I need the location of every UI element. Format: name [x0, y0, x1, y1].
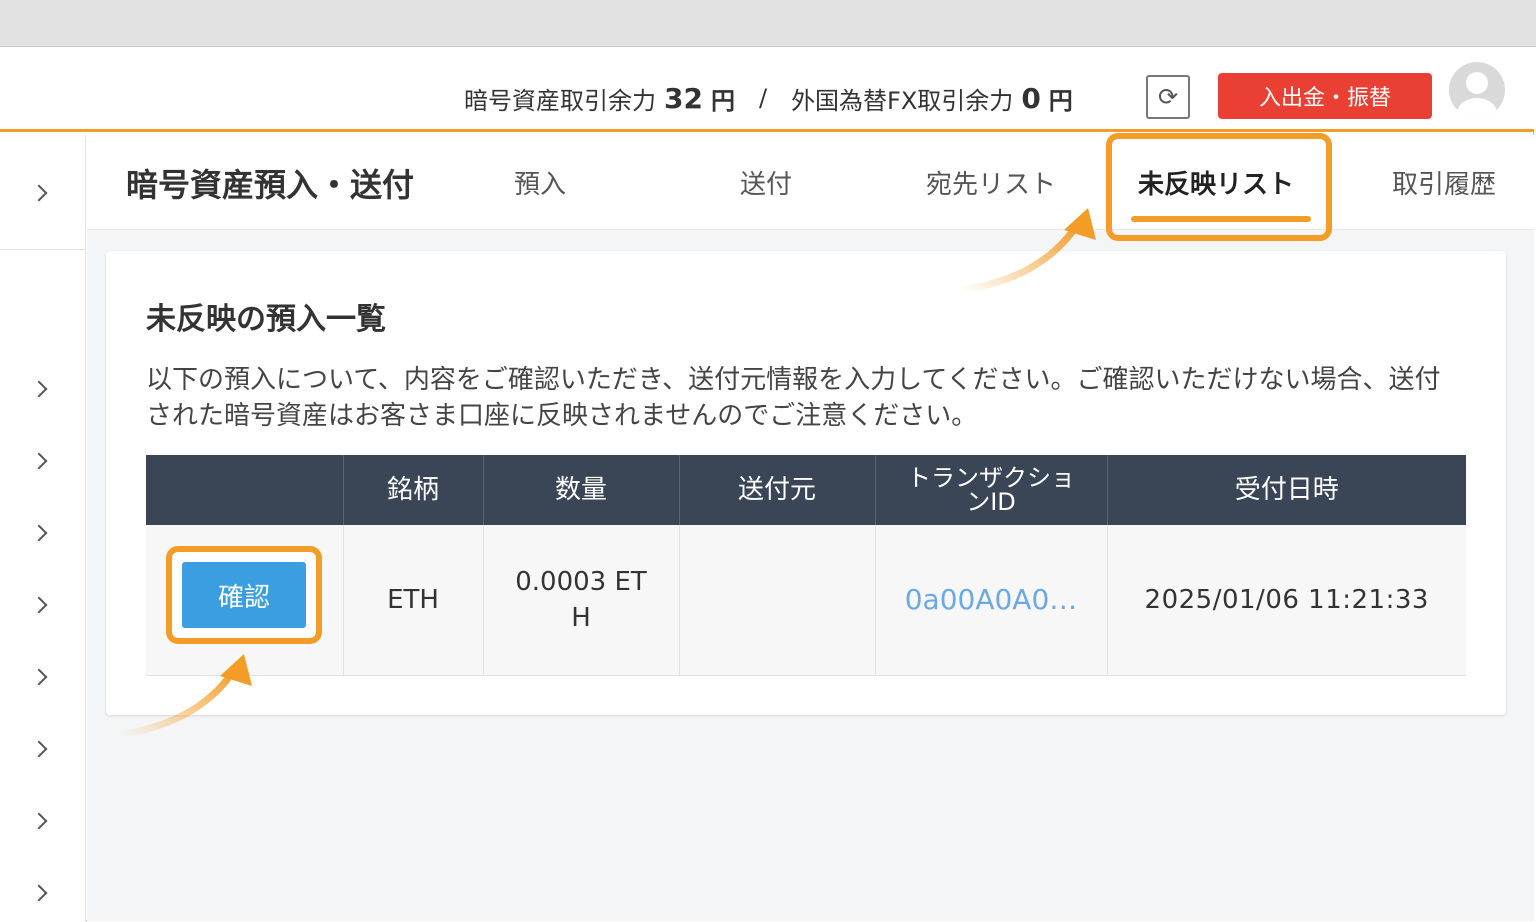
margin-separator: /: [758, 84, 768, 112]
sidebar-divider: [0, 249, 86, 250]
confirm-button[interactable]: 確認: [182, 562, 306, 628]
column-header-from: 送付元: [679, 455, 876, 525]
fx-margin-label: 外国為替FX取引余力: [791, 86, 1014, 115]
fx-margin-value: 0: [1021, 81, 1041, 115]
column-header-quantity: 数量: [483, 455, 680, 525]
chevron-right-icon[interactable]: [30, 738, 48, 760]
tab-send[interactable]: 送付: [740, 164, 792, 201]
chevron-right-icon[interactable]: [30, 594, 48, 616]
crypto-margin-value: 32: [664, 81, 703, 115]
user-body-icon: [1457, 98, 1497, 118]
chevron-right-icon[interactable]: [30, 450, 48, 472]
fx-margin-unit: 円: [1048, 86, 1073, 115]
symbol-cell: ETH: [343, 525, 484, 676]
deposit-transfer-button[interactable]: 入出金・振替: [1218, 73, 1432, 119]
pending-deposits-table: 銘柄 数量 送付元 トランザクションID 受付日時 ETH 0.0003 ETH…: [146, 455, 1466, 676]
column-header-symbol: 銘柄: [343, 455, 484, 525]
datetime-cell: 2025/01/06 11:21:33: [1107, 525, 1466, 676]
chevron-right-icon[interactable]: [30, 182, 48, 204]
crypto-margin-unit: 円: [710, 86, 735, 115]
tab-deposit[interactable]: 預入: [514, 164, 566, 201]
quantity-value: 0.0003 ETH: [515, 566, 647, 633]
table-row: ETH 0.0003 ETH 0a00A0A0… 2025/01/06 11:2…: [146, 525, 1466, 676]
column-header-txid: トランザクションID: [875, 455, 1108, 525]
card-title: 未反映の預入一覧: [146, 302, 386, 337]
page-title: 暗号資産預入・送付: [126, 166, 415, 204]
txid-cell: 0a00A0A0…: [875, 525, 1108, 676]
margin-info: 暗号資産取引余力 32 円 / 外国為替FX取引余力 0 円: [464, 80, 1073, 116]
chevron-right-icon[interactable]: [30, 882, 48, 904]
tab-address-list[interactable]: 宛先リスト: [926, 164, 1056, 201]
column-header-datetime: 受付日時: [1107, 455, 1466, 525]
table-header-row: 銘柄 数量 送付元 トランザクションID 受付日時: [146, 455, 1466, 525]
refresh-button[interactable]: ⟳: [1146, 75, 1190, 119]
chevron-right-icon[interactable]: [30, 378, 48, 400]
txid-link[interactable]: 0a00A0A0…: [905, 583, 1078, 616]
refresh-icon: ⟳: [1157, 83, 1179, 111]
avatar[interactable]: [1449, 62, 1505, 118]
card-description: 以下の預入について、内容をご確認いただき、送付元情報を入力してください。ご確認い…: [146, 365, 1441, 431]
quantity-cell: 0.0003 ETH: [483, 525, 680, 676]
chevron-right-icon[interactable]: [30, 810, 48, 832]
tab-highlight-frame: [1106, 133, 1332, 241]
crypto-margin-label: 暗号資産取引余力: [464, 86, 656, 115]
browser-toolbar: [0, 0, 1536, 47]
chevron-right-icon[interactable]: [30, 522, 48, 544]
confirm-highlight-frame: 確認: [166, 546, 322, 644]
user-head-icon: [1466, 72, 1488, 94]
column-header-action: [146, 455, 344, 525]
tab-history[interactable]: 取引履歴: [1392, 164, 1496, 201]
datetime-value: 2025/01/06 11:21:33: [1144, 584, 1429, 615]
from-cell: [679, 525, 876, 676]
chevron-right-icon[interactable]: [30, 666, 48, 688]
